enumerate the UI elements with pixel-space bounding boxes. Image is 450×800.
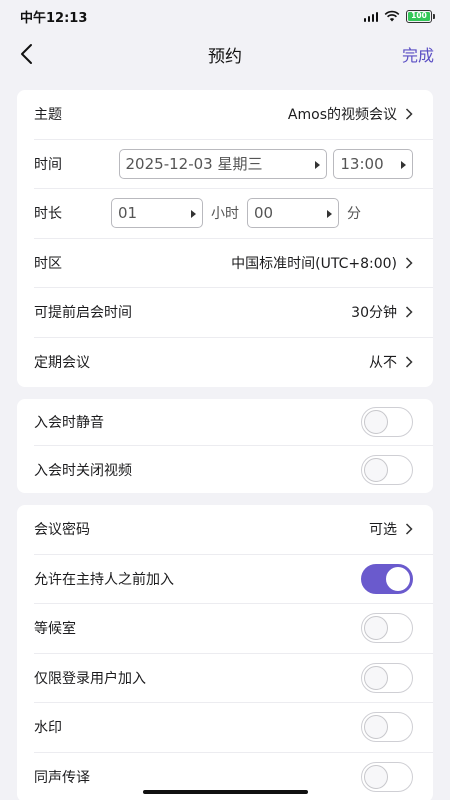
chevron-right-icon: [405, 108, 413, 120]
signal-icon: [363, 11, 378, 22]
recurring-row[interactable]: 定期会议 从不: [34, 338, 433, 388]
wifi-icon: [384, 10, 400, 22]
toggle-knob: [386, 566, 410, 591]
video-off-toggle[interactable]: [361, 454, 413, 485]
signed-in-only-row: 仅限登录用户加入: [34, 654, 433, 703]
chevron-left-icon: [21, 44, 32, 64]
join-before-host-label: 允许在主持人之前加入: [34, 571, 174, 588]
page-title: 预约: [208, 46, 242, 67]
duration-label: 时长: [34, 206, 62, 223]
chevron-right-icon: [405, 257, 413, 269]
watermark-label: 水印: [34, 720, 62, 737]
join-before-host-toggle[interactable]: [361, 563, 413, 594]
timezone-label: 时区: [34, 255, 62, 272]
minutes-unit: 分: [347, 206, 361, 223]
security-card: 会议密码 可选 允许在主持人之前加入 等候室 仅限登录用户加入 水印 同声传译: [17, 505, 433, 800]
dropdown-arrow-icon: [315, 160, 321, 169]
nav-bar: 预约 完成: [0, 32, 450, 76]
topic-row[interactable]: 主题 Amos的视频会议: [34, 90, 433, 140]
timezone-value: 中国标准时间(UTC+8:00): [231, 255, 397, 272]
signed-in-only-toggle[interactable]: [361, 662, 413, 693]
topic-label: 主题: [34, 107, 62, 124]
recurring-value: 从不: [369, 355, 397, 372]
toggle-knob: [364, 715, 388, 740]
back-button[interactable]: [12, 40, 40, 68]
battery-icon: 100: [406, 9, 435, 23]
date-picker[interactable]: 2025-12-03 星期三: [118, 148, 328, 179]
join-settings-card: 入会时静音 入会时关闭视频: [17, 399, 433, 493]
toggle-knob: [364, 665, 388, 690]
timezone-row[interactable]: 时区 中国标准时间(UTC+8:00): [34, 239, 433, 288]
dropdown-arrow-icon: [191, 210, 196, 219]
interpretation-label: 同声传译: [34, 770, 90, 787]
time-value: 13:00: [340, 154, 384, 173]
waiting-room-label: 等候室: [34, 621, 76, 638]
password-value: 可选: [369, 522, 397, 539]
date-value: 2025-12-03 星期三: [125, 155, 263, 174]
recurring-label: 定期会议: [34, 355, 90, 372]
time-row: 时间 2025-12-03 星期三 13:00: [34, 140, 433, 189]
hours-picker[interactable]: 01: [111, 198, 203, 229]
mute-label: 入会时静音: [34, 415, 104, 431]
dropdown-arrow-icon: [327, 210, 332, 219]
early-start-row[interactable]: 可提前启会时间 30分钟: [34, 288, 433, 338]
hours-value: 01: [118, 204, 138, 223]
password-label: 会议密码: [34, 522, 90, 539]
duration-row: 时长 01 小时 00 分: [34, 189, 433, 239]
status-icons: 100: [363, 9, 435, 23]
toggle-knob: [364, 616, 388, 641]
status-bar: 中午12:13 100: [0, 0, 450, 32]
join-before-host-row: 允许在主持人之前加入: [34, 555, 433, 604]
hours-unit: 小时: [211, 206, 239, 223]
status-time: 中午12:13: [20, 10, 88, 26]
home-indicator[interactable]: [143, 790, 308, 794]
early-start-value: 30分钟: [351, 305, 397, 322]
chevron-right-icon: [405, 523, 413, 535]
waiting-room-toggle[interactable]: [361, 613, 413, 644]
video-off-row: 入会时关闭视频: [34, 446, 433, 493]
video-off-label: 入会时关闭视频: [34, 462, 132, 479]
chevron-right-icon: [405, 356, 413, 368]
early-start-label: 可提前启会时间: [34, 305, 132, 322]
done-button[interactable]: 完成: [402, 42, 434, 66]
toggle-knob: [364, 410, 388, 434]
interpretation-toggle[interactable]: [361, 762, 413, 793]
battery-level: 100: [408, 11, 430, 21]
watermark-toggle[interactable]: [361, 712, 413, 743]
mute-row: 入会时静音: [34, 399, 433, 446]
chevron-right-icon: [405, 306, 413, 318]
watermark-row: 水印: [34, 703, 433, 753]
minutes-picker[interactable]: 00: [247, 198, 339, 229]
password-row[interactable]: 会议密码 可选: [34, 505, 433, 555]
waiting-room-row: 等候室: [34, 604, 433, 654]
basic-info-card: 主题 Amos的视频会议 时间 2025-12-03 星期三 13:00 时长 …: [17, 90, 433, 387]
topic-value: Amos的视频会议: [287, 107, 397, 124]
time-picker[interactable]: 13:00: [333, 148, 414, 179]
mute-toggle[interactable]: [361, 407, 413, 437]
minutes-value: 00: [254, 204, 274, 223]
signed-in-only-label: 仅限登录用户加入: [34, 670, 146, 687]
time-label: 时间: [34, 156, 62, 173]
toggle-knob: [364, 765, 388, 790]
toggle-knob: [364, 457, 388, 482]
dropdown-arrow-icon: [401, 160, 407, 169]
